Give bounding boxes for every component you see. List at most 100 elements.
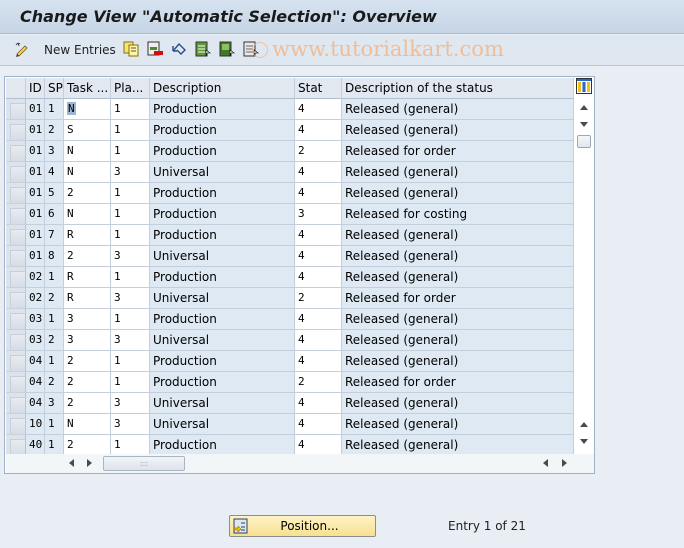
cell-status[interactable]: 3 — [295, 204, 342, 225]
cell-task[interactable]: R — [64, 225, 111, 246]
select-block-icon[interactable] — [219, 41, 235, 57]
row-selector-button[interactable] — [6, 246, 26, 267]
cell-status[interactable]: 4 — [295, 162, 342, 183]
cell-plant[interactable]: 1 — [111, 225, 150, 246]
cell-status[interactable]: 4 — [295, 267, 342, 288]
column-header-description[interactable]: Description — [150, 78, 295, 99]
cell-status[interactable]: 4 — [295, 246, 342, 267]
copy-as-icon[interactable] — [123, 41, 139, 57]
cell-plant[interactable]: 1 — [111, 99, 150, 120]
column-header-status[interactable]: Stat — [295, 78, 342, 99]
cell-status[interactable]: 4 — [295, 414, 342, 435]
new-entries-button[interactable]: New Entries — [44, 43, 116, 57]
cell-plant[interactable]: 1 — [111, 372, 150, 393]
cell-plant[interactable]: 1 — [111, 141, 150, 162]
cell-task[interactable]: 3 — [64, 330, 111, 351]
row-selector-button[interactable] — [6, 99, 26, 120]
cell-plant[interactable]: 3 — [111, 288, 150, 309]
scroll-thumb[interactable] — [577, 135, 591, 148]
cell-task[interactable]: N — [64, 99, 111, 120]
row-selector-button[interactable] — [6, 267, 26, 288]
delete-icon[interactable] — [147, 41, 163, 57]
cell-plant[interactable]: 3 — [111, 393, 150, 414]
cell-task[interactable]: 3 — [64, 309, 111, 330]
column-header-plant[interactable]: Pla... — [111, 78, 150, 99]
page-up-button[interactable] — [577, 418, 591, 432]
scroll-down-button[interactable] — [577, 118, 591, 132]
row-selector-button[interactable] — [6, 162, 26, 183]
scroll-right-end-button[interactable] — [562, 459, 572, 469]
scroll-left-end-button[interactable] — [543, 459, 553, 469]
row-selector-button[interactable] — [6, 414, 26, 435]
cell-status[interactable]: 4 — [295, 225, 342, 246]
cell-status[interactable]: 4 — [295, 99, 342, 120]
cell-task[interactable]: R — [64, 288, 111, 309]
row-selector-button[interactable] — [6, 330, 26, 351]
cell-status[interactable]: 4 — [295, 183, 342, 204]
horizontal-scroll-thumb[interactable]: ::: — [103, 456, 185, 471]
cell-plant[interactable]: 3 — [111, 414, 150, 435]
row-selector-button[interactable] — [6, 372, 26, 393]
position-button[interactable]: Position... — [229, 515, 376, 537]
cell-task[interactable]: 2 — [64, 351, 111, 372]
row-selector-button[interactable] — [6, 288, 26, 309]
cell-plant[interactable]: 3 — [111, 162, 150, 183]
edit-pencil-icon[interactable] — [14, 41, 30, 57]
cell-plant[interactable]: 1 — [111, 309, 150, 330]
row-selector-button[interactable] — [6, 393, 26, 414]
cell-status[interactable]: 4 — [295, 393, 342, 414]
undo-change-icon[interactable] — [171, 41, 187, 57]
cell-description: Universal — [150, 393, 295, 414]
cell-task[interactable]: R — [64, 267, 111, 288]
select-all-icon[interactable] — [195, 41, 211, 57]
vertical-scrollbar[interactable] — [575, 98, 593, 452]
cell-task[interactable]: 2 — [64, 435, 111, 456]
row-selector-button[interactable] — [6, 141, 26, 162]
cell-status[interactable]: 2 — [295, 372, 342, 393]
scroll-up-button[interactable] — [577, 101, 591, 115]
cell-plant[interactable]: 1 — [111, 204, 150, 225]
cell-status[interactable]: 2 — [295, 141, 342, 162]
column-header-task[interactable]: Task ... — [64, 78, 111, 99]
cell-task[interactable]: N — [64, 414, 111, 435]
row-selector-button[interactable] — [6, 435, 26, 456]
row-selector-button[interactable] — [6, 351, 26, 372]
cell-plant[interactable]: 3 — [111, 246, 150, 267]
row-selector-box — [10, 208, 25, 224]
cell-task[interactable]: 2 — [64, 183, 111, 204]
cell-plant[interactable]: 1 — [111, 435, 150, 456]
cell-status[interactable]: 4 — [295, 351, 342, 372]
column-header-sp[interactable]: SP — [45, 78, 64, 99]
cell-task[interactable]: 2 — [64, 246, 111, 267]
cell-task[interactable]: N — [64, 141, 111, 162]
cell-task[interactable]: 2 — [64, 372, 111, 393]
scroll-left-button[interactable] — [69, 459, 79, 469]
cell-task[interactable]: N — [64, 204, 111, 225]
cell-status-description: Released (general) — [342, 330, 574, 351]
cell-status[interactable]: 4 — [295, 309, 342, 330]
column-settings-icon[interactable] — [576, 78, 592, 94]
cell-plant[interactable]: 1 — [111, 351, 150, 372]
cell-status[interactable]: 2 — [295, 288, 342, 309]
row-selector-button[interactable] — [6, 183, 26, 204]
cell-status[interactable]: 4 — [295, 330, 342, 351]
cell-task[interactable]: 2 — [64, 393, 111, 414]
column-header-id[interactable]: ID — [26, 78, 45, 99]
cell-plant[interactable]: 1 — [111, 267, 150, 288]
page-down-button[interactable] — [577, 435, 591, 449]
cell-plant[interactable]: 1 — [111, 120, 150, 141]
row-selector-button[interactable] — [6, 309, 26, 330]
cell-plant[interactable]: 3 — [111, 330, 150, 351]
cell-task[interactable]: N — [64, 162, 111, 183]
cell-status[interactable]: 4 — [295, 435, 342, 456]
row-selector-button[interactable] — [6, 120, 26, 141]
column-header-status-description[interactable]: Description of the status — [342, 78, 574, 99]
scroll-right-button[interactable] — [87, 459, 97, 469]
row-selector-button[interactable] — [6, 225, 26, 246]
select-all-rows-button[interactable] — [6, 78, 26, 99]
horizontal-scrollbar[interactable]: ::: — [6, 454, 594, 473]
cell-plant[interactable]: 1 — [111, 183, 150, 204]
cell-task[interactable]: S — [64, 120, 111, 141]
row-selector-button[interactable] — [6, 204, 26, 225]
cell-status[interactable]: 4 — [295, 120, 342, 141]
